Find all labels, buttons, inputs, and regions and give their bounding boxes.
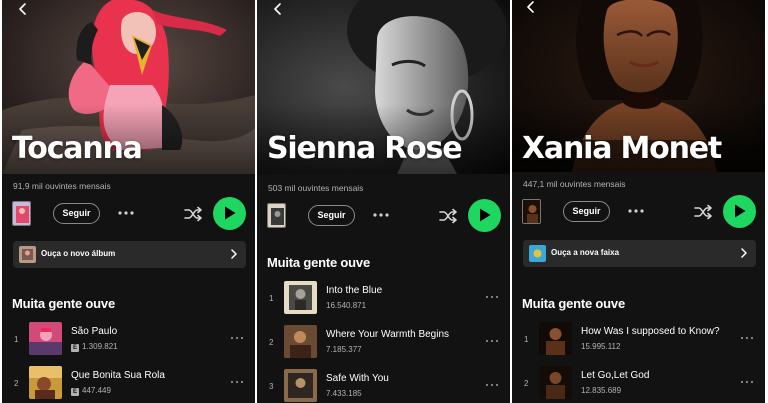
artist-controls: Seguir	[512, 195, 765, 229]
track-number: 3	[269, 382, 274, 391]
track-number: 1	[269, 294, 274, 303]
album-cover-thumbnail[interactable]	[522, 199, 541, 224]
popular-section-title: Muita gente ouve	[522, 296, 625, 311]
play-count-value: 1.309.821	[82, 342, 118, 351]
promo-thumbnail	[19, 246, 36, 263]
play-icon	[224, 206, 236, 220]
album-cover-thumbnail[interactable]	[267, 203, 286, 228]
track-title: Where Your Warmth Begins	[326, 329, 450, 340]
track-artwork	[284, 281, 317, 314]
artist-name: Sienna Rose	[267, 131, 463, 166]
track-title: Safe With You	[326, 373, 389, 384]
track-more-icon[interactable]	[229, 376, 245, 388]
chevron-right-icon	[228, 248, 240, 260]
track-play-count: 12.835.689	[581, 386, 622, 395]
track-number: 1	[14, 335, 19, 344]
track-title: São Paulo	[71, 326, 118, 337]
track-row[interactable]: 1 Into the Blue 16.540.871	[257, 281, 510, 321]
popular-section-title: Muita gente ouve	[12, 296, 115, 311]
more-options-icon[interactable]	[116, 203, 136, 223]
track-title: How Was I supposed to Know?	[581, 326, 720, 337]
artist-name: Xania Monet	[522, 131, 722, 166]
artist-hero: Sienna Rose	[257, 0, 510, 174]
artist-controls: Seguir	[257, 199, 510, 233]
track-row[interactable]: 3 Safe With You 7.433.185	[257, 369, 510, 403]
play-count-value: 447.449	[82, 386, 111, 395]
new-release-promo[interactable]: Ouça a nova faixa	[523, 240, 756, 267]
track-more-icon[interactable]	[739, 332, 755, 344]
play-button[interactable]	[723, 195, 756, 228]
track-row[interactable]: 2 Let Go,Let God 12.835.689	[512, 366, 765, 403]
track-more-icon[interactable]	[484, 335, 500, 347]
follow-button[interactable]: Seguir	[308, 205, 355, 226]
track-row[interactable]: 2 Que Bonita Sua Rola E 447.449	[2, 366, 255, 403]
track-number: 2	[14, 379, 19, 388]
promo-thumbnail	[529, 245, 546, 262]
shuffle-icon[interactable]	[182, 203, 204, 225]
track-title: Into the Blue	[326, 285, 383, 296]
track-number: 1	[524, 335, 529, 344]
play-button[interactable]	[468, 199, 501, 232]
back-icon[interactable]	[271, 2, 285, 16]
track-row[interactable]: 2 Where Your Warmth Begins 7.185.377	[257, 325, 510, 365]
monthly-listeners: 91,9 mil ouvintes mensais	[13, 181, 111, 191]
album-cover-thumbnail[interactable]	[12, 201, 31, 226]
track-title: Que Bonita Sua Rola	[71, 370, 165, 381]
monthly-listeners: 447,1 mil ouvintes mensais	[523, 179, 626, 189]
artist-hero: Tocanna	[2, 0, 255, 174]
track-artwork	[29, 322, 62, 355]
shuffle-icon[interactable]	[437, 205, 459, 227]
track-more-icon[interactable]	[484, 291, 500, 303]
track-play-count: E 447.449	[71, 386, 111, 396]
play-icon	[479, 208, 491, 222]
track-play-count: 7.433.185	[326, 389, 362, 398]
new-release-promo[interactable]: Ouça o novo álbum	[13, 241, 246, 268]
shuffle-icon[interactable]	[692, 201, 714, 223]
play-button[interactable]	[213, 197, 246, 230]
track-more-icon[interactable]	[229, 332, 245, 344]
more-options-icon[interactable]	[626, 201, 646, 221]
track-artwork	[284, 325, 317, 358]
track-play-count: E 1.309.821	[71, 342, 118, 352]
track-artwork	[539, 322, 572, 355]
track-row[interactable]: 1 How Was I supposed to Know? 15.995.112	[512, 322, 765, 362]
track-number: 2	[524, 379, 529, 388]
follow-button[interactable]: Seguir	[563, 201, 610, 222]
track-artwork	[29, 366, 62, 399]
back-icon[interactable]	[524, 0, 538, 14]
track-play-count: 15.995.112	[581, 342, 621, 351]
promo-label: Ouça a nova faixa	[551, 248, 620, 257]
track-more-icon[interactable]	[484, 379, 500, 391]
popular-section-title: Muita gente ouve	[267, 255, 370, 270]
explicit-badge: E	[71, 344, 79, 352]
follow-button[interactable]: Seguir	[53, 203, 100, 224]
track-play-count: 7.185.377	[326, 345, 362, 354]
more-options-icon[interactable]	[371, 205, 391, 225]
artist-page-tocanna: Tocanna 91,9 mil ouvintes mensais Seguir…	[2, 0, 255, 403]
track-play-count: 16.540.871	[326, 301, 367, 310]
artist-page-xania-monet: Xania Monet 447,1 mil ouvintes mensais S…	[512, 0, 765, 403]
track-title: Let Go,Let God	[581, 370, 650, 381]
screenshot-collage: Tocanna 91,9 mil ouvintes mensais Seguir…	[0, 0, 768, 403]
chevron-right-icon	[738, 247, 750, 259]
artist-page-sienna-rose: Sienna Rose 503 mil ouvintes mensais Seg…	[257, 0, 510, 403]
back-icon[interactable]	[16, 2, 30, 16]
play-icon	[734, 204, 746, 218]
explicit-badge: E	[71, 388, 79, 396]
artist-name: Tocanna	[12, 131, 143, 166]
artist-hero: Xania Monet	[512, 0, 765, 172]
promo-label: Ouça o novo álbum	[41, 249, 116, 258]
track-row[interactable]: 1 São Paulo E 1.309.821	[2, 322, 255, 362]
monthly-listeners: 503 mil ouvintes mensais	[268, 183, 364, 193]
artist-controls: Seguir	[2, 197, 255, 231]
track-artwork	[539, 366, 572, 399]
track-artwork	[284, 369, 317, 402]
track-more-icon[interactable]	[739, 376, 755, 388]
track-number: 2	[269, 338, 274, 347]
